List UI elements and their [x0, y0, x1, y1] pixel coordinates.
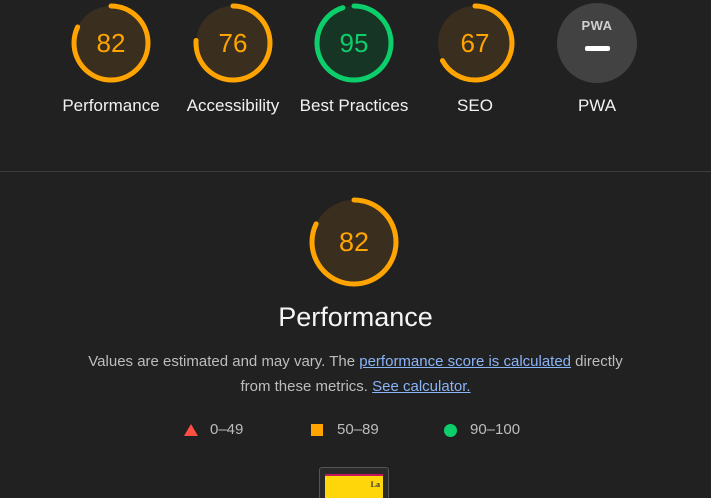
- gauge-score: 95: [339, 28, 369, 58]
- divider: [0, 171, 711, 172]
- legend-range: 90–100: [470, 421, 521, 438]
- pwa-badge-text: PWA: [581, 18, 613, 33]
- thumbnail-text: La: [370, 480, 380, 489]
- gauge-score: 67: [460, 28, 490, 58]
- section-title: Performance: [278, 302, 433, 332]
- see-calculator-link[interactable]: See calculator.: [372, 378, 470, 395]
- performance-description: Values are estimated and may vary. The p…: [80, 349, 631, 399]
- gauge-label: SEO: [457, 96, 493, 115]
- performance-score: 82: [338, 227, 370, 257]
- gauge-accessibility[interactable]: 76 Accessibility: [178, 3, 288, 118]
- gauge-label: Accessibility: [186, 96, 280, 115]
- pwa-badge-icon: PWA: [557, 3, 637, 83]
- gauge-best-practices[interactable]: 95 Best Practices: [299, 3, 409, 118]
- gauge-ring: 67: [435, 3, 515, 83]
- legend-range: 50–89: [337, 421, 379, 438]
- average-square-icon: [311, 424, 323, 436]
- gauge-label: PWA: [577, 96, 617, 115]
- gauge-label: Performance: [62, 96, 160, 115]
- gauge-ring: 76: [193, 3, 273, 83]
- performance-score-gauge: 82: [309, 197, 399, 287]
- thumbnail-image: La: [325, 474, 383, 498]
- gauge-ring: 95: [314, 3, 394, 83]
- description-text: Values are estimated and may vary. The: [88, 353, 360, 370]
- gauge-score: 82: [96, 28, 126, 58]
- gauge-score: 76: [218, 28, 248, 58]
- pass-circle-icon: [444, 424, 457, 437]
- gauge-seo[interactable]: 67 SEO: [420, 3, 530, 118]
- dash-icon: [585, 46, 610, 51]
- page-screenshot-thumbnail[interactable]: La: [319, 467, 389, 498]
- fail-triangle-icon: [184, 424, 198, 436]
- gauge-ring: 82: [71, 3, 151, 83]
- score-calculated-link[interactable]: performance score is calculated: [359, 353, 571, 370]
- lighthouse-report: 82 Performance 76 Accessibility 95 Best …: [0, 0, 711, 498]
- gauge-label: Best Practices: [299, 96, 409, 115]
- gauge-pwa[interactable]: PWA PWA: [542, 3, 652, 118]
- gauge-performance[interactable]: 82 Performance: [56, 3, 166, 118]
- legend-range: 0–49: [210, 421, 244, 438]
